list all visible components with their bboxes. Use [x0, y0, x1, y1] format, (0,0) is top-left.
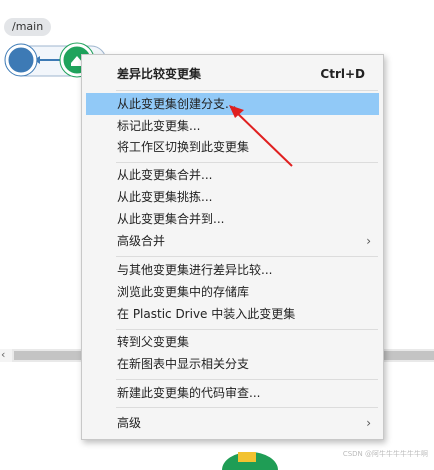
annotation-arrow-icon — [229, 105, 293, 167]
menu-item-plastic-drive[interactable]: 在 Plastic Drive 中装入此变更集 — [86, 303, 379, 325]
menu-separator — [116, 379, 378, 380]
decorative-graphic — [222, 452, 278, 470]
shortcut-label: Ctrl+D — [320, 67, 365, 81]
menu-item-new-code-review[interactable]: 新建此变更集的代码审查... — [86, 382, 379, 404]
changeset-node-parent — [5, 44, 37, 76]
watermark-text: CSDN @阿牛牛牛牛牛牛啊 — [342, 450, 428, 458]
menu-item-cherry-pick[interactable]: 从此变更集挑拣... — [86, 186, 379, 208]
submenu-chevron-icon: › — [366, 234, 371, 248]
scroll-left-icon[interactable]: ‹ — [1, 348, 5, 361]
menu-separator — [116, 329, 378, 330]
menu-separator — [116, 256, 378, 257]
menu-item-diff-other[interactable]: 与其他变更集进行差异比较... — [86, 259, 379, 281]
menu-separator — [116, 407, 378, 408]
submenu-chevron-icon: › — [366, 416, 371, 430]
menu-item-go-to-parent[interactable]: 转到父变更集 — [86, 331, 379, 353]
branch-tag[interactable]: /main — [4, 18, 52, 36]
menu-item-advanced[interactable]: 高级 › — [86, 412, 379, 434]
menu-item-advanced-merge[interactable]: 高级合并 › — [86, 230, 379, 252]
menu-item-diff-changeset[interactable]: 差异比较变更集 Ctrl+D — [86, 63, 379, 85]
menu-item-merge-to[interactable]: 从此变更集合并到... — [86, 208, 379, 230]
menu-separator — [116, 90, 378, 91]
menu-item-browse-repo[interactable]: 浏览此变更集中的存储库 — [86, 281, 379, 303]
menu-item-show-related-branches[interactable]: 在新图表中显示相关分支 — [86, 353, 379, 375]
